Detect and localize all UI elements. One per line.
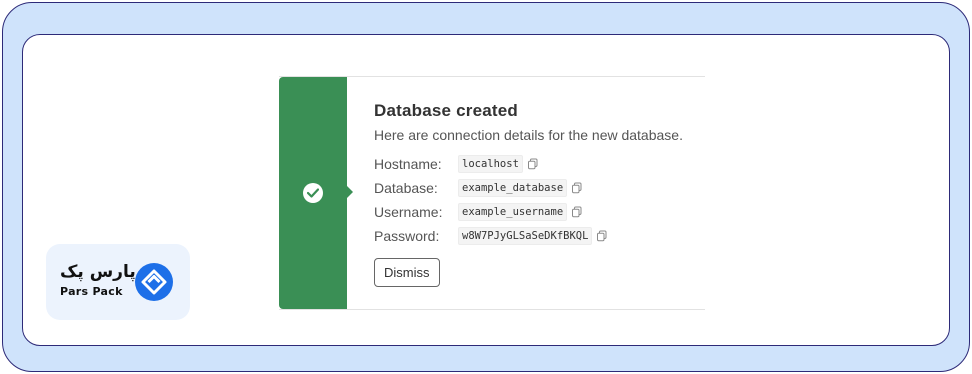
brand-name-en: Pars Pack xyxy=(60,285,123,298)
notice-content: Database created Here are connection det… xyxy=(374,101,705,287)
notice-title: Database created xyxy=(374,101,518,120)
brand-badge: پارس پک Pars Pack xyxy=(46,244,190,320)
password-label: Password: xyxy=(374,228,440,244)
dismiss-button[interactable]: Dismiss xyxy=(374,258,440,287)
database-value[interactable]: example_database xyxy=(458,179,568,197)
check-circle-icon xyxy=(303,183,323,203)
password-value[interactable]: w8W7PJyGLSaSeDKfBKQL xyxy=(458,227,593,245)
notice-description: Here are connection details for the new … xyxy=(374,127,683,143)
hostname-value[interactable]: localhost xyxy=(458,155,523,173)
copy-icon[interactable] xyxy=(571,182,583,194)
hostname-label: Hostname: xyxy=(374,156,442,172)
detail-row-password: Password: w8W7PJyGLSaSeDKfBKQL xyxy=(374,224,705,248)
detail-row-username: Username: example_username xyxy=(374,200,705,224)
detail-row-database: Database: example_database xyxy=(374,176,705,200)
copy-icon[interactable] xyxy=(596,230,608,242)
copy-icon[interactable] xyxy=(571,206,583,218)
database-created-notice: Database created Here are connection det… xyxy=(279,76,705,310)
stripe-arrow xyxy=(347,186,353,198)
username-value[interactable]: example_username xyxy=(458,203,568,221)
copy-icon[interactable] xyxy=(527,158,539,170)
detail-row-hostname: Hostname: localhost xyxy=(374,152,705,176)
database-label: Database: xyxy=(374,180,438,196)
diamond-heart-logo-icon xyxy=(135,263,173,301)
brand-name-fa: پارس پک xyxy=(60,262,136,282)
username-label: Username: xyxy=(374,204,443,220)
status-stripe xyxy=(279,77,347,309)
